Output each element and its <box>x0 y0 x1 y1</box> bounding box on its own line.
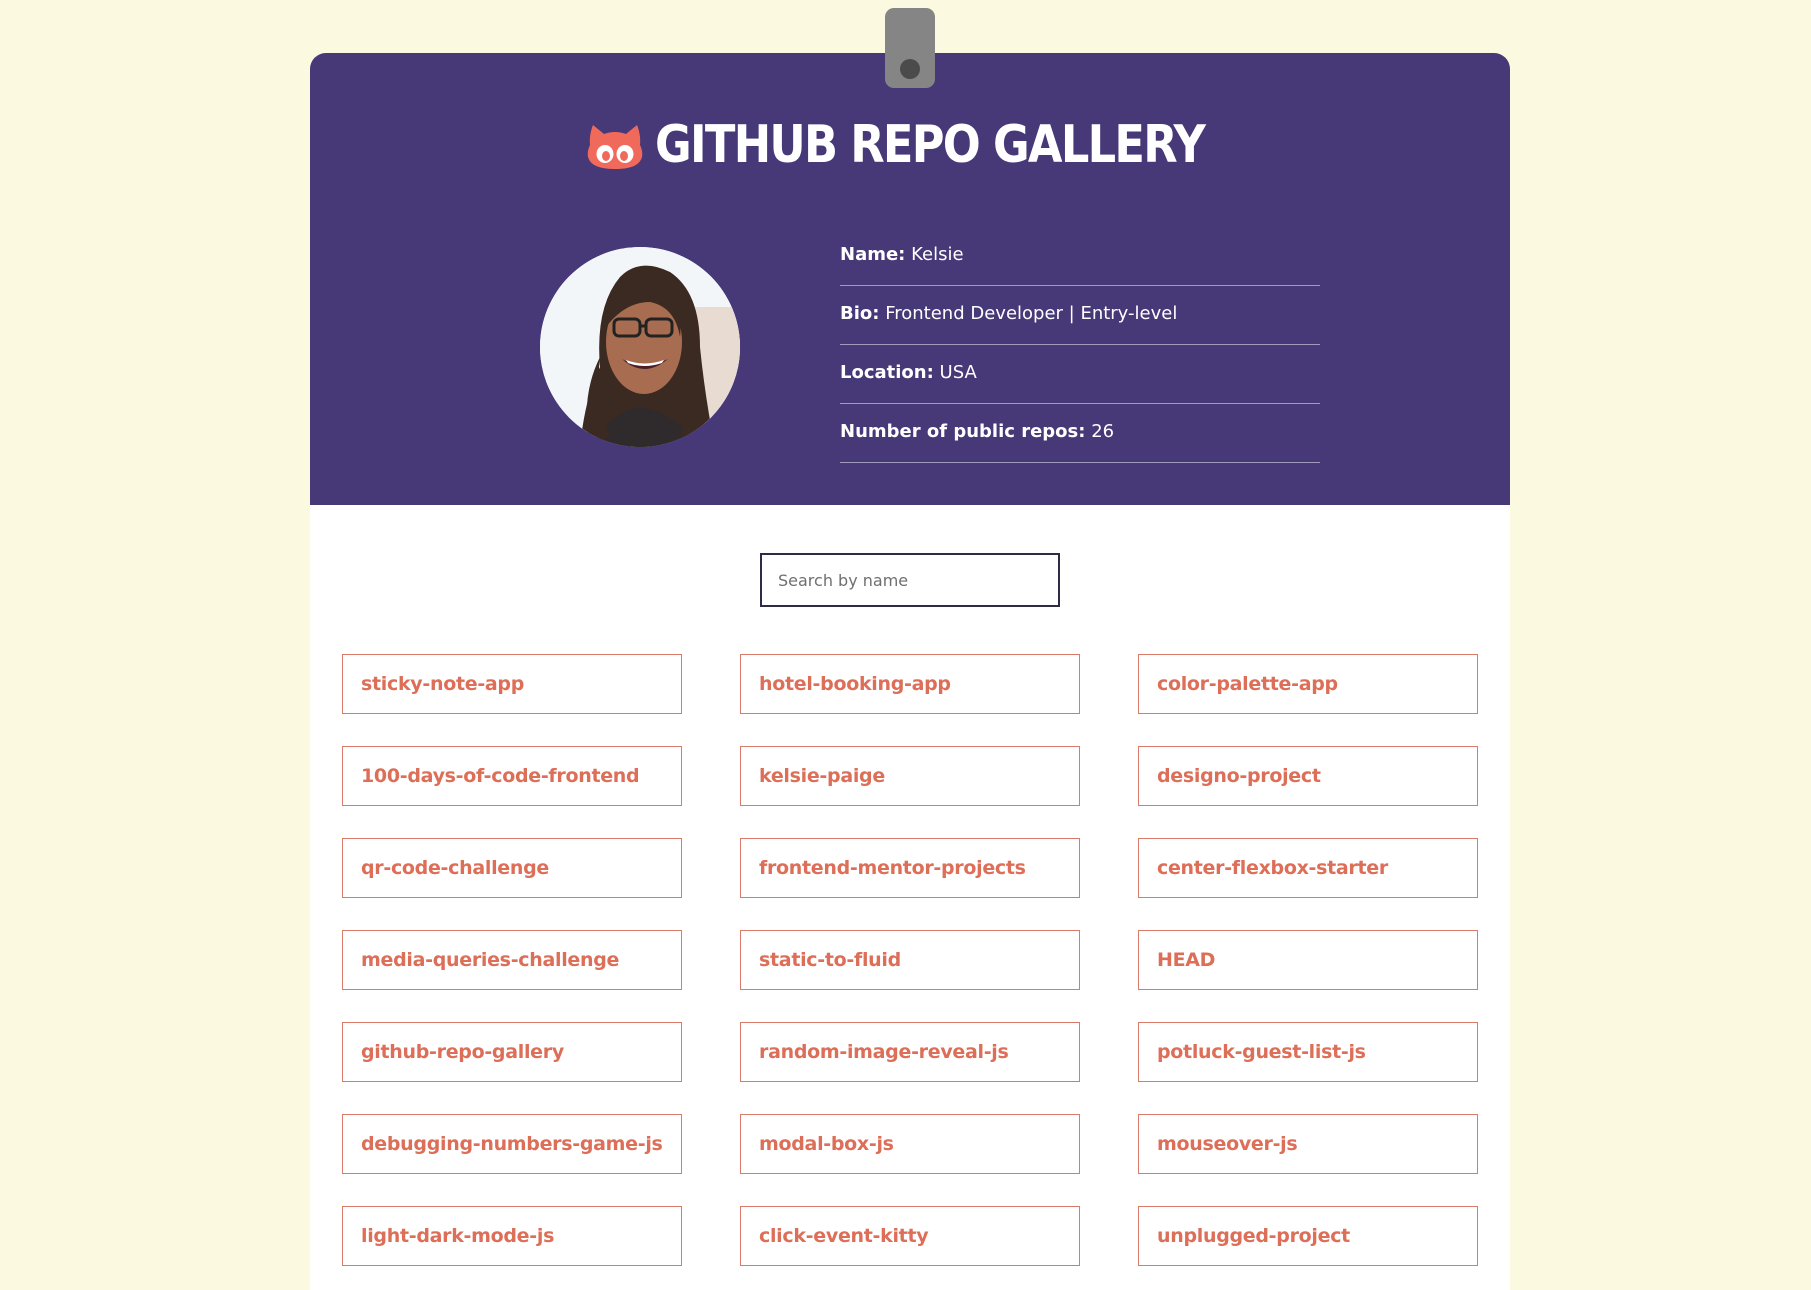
clip-hole <box>900 59 920 79</box>
user-info: Name: Kelsie Bio: Frontend Developer | E… <box>840 227 1320 463</box>
header: GITHUB REPO GALLERY Name: Kelsie Bio: Fr… <box>310 53 1510 505</box>
repos-count-value: 26 <box>1091 421 1115 442</box>
repo-list: sticky-note-app hotel-booking-app color-… <box>342 654 1480 1266</box>
repo-item[interactable]: modal-box-js <box>740 1114 1080 1174</box>
bio-value: Frontend Developer | Entry-level <box>885 303 1178 324</box>
repo-item[interactable]: random-image-reveal-js <box>740 1022 1080 1082</box>
location-value: USA <box>939 362 977 383</box>
repo-item[interactable]: light-dark-mode-js <box>342 1206 682 1266</box>
name-label: Name: <box>840 244 906 265</box>
user-location-row: Location: USA <box>840 345 1320 404</box>
repo-item[interactable]: kelsie-paige <box>740 746 1080 806</box>
github-octocat-icon <box>587 123 643 171</box>
clipboard-clip <box>885 8 935 88</box>
repo-item[interactable]: click-event-kitty <box>740 1206 1080 1266</box>
repo-item[interactable]: unplugged-project <box>1138 1206 1478 1266</box>
gallery-card: GITHUB REPO GALLERY Name: Kelsie Bio: Fr… <box>310 53 1510 1290</box>
repo-item[interactable]: 100-days-of-code-frontend <box>342 746 682 806</box>
repo-item[interactable]: github-repo-gallery <box>342 1022 682 1082</box>
repo-item[interactable]: potluck-guest-list-js <box>1138 1022 1478 1082</box>
avatar <box>540 247 740 447</box>
location-label: Location: <box>840 362 934 383</box>
user-repos-row: Number of public repos: 26 <box>840 404 1320 463</box>
repo-item[interactable]: HEAD <box>1138 930 1478 990</box>
repo-item[interactable]: static-to-fluid <box>740 930 1080 990</box>
repo-item[interactable]: center-flexbox-starter <box>1138 838 1478 898</box>
repos-count-label: Number of public repos: <box>840 421 1086 442</box>
repo-item[interactable]: hotel-booking-app <box>740 654 1080 714</box>
page-title: GITHUB REPO GALLERY <box>654 115 1206 175</box>
user-name-row: Name: Kelsie <box>840 227 1320 286</box>
user-bio-row: Bio: Frontend Developer | Entry-level <box>840 286 1320 345</box>
title-row: GITHUB REPO GALLERY <box>310 105 1510 185</box>
repo-item[interactable]: frontend-mentor-projects <box>740 838 1080 898</box>
repo-item[interactable]: debugging-numbers-game-js <box>342 1114 682 1174</box>
search-input[interactable] <box>760 553 1060 607</box>
repo-item[interactable]: color-palette-app <box>1138 654 1478 714</box>
bio-label: Bio: <box>840 303 880 324</box>
repo-item[interactable]: sticky-note-app <box>342 654 682 714</box>
repo-item[interactable]: mouseover-js <box>1138 1114 1478 1174</box>
repo-item[interactable]: media-queries-challenge <box>342 930 682 990</box>
name-value: Kelsie <box>911 244 964 265</box>
repo-item[interactable]: designo-project <box>1138 746 1478 806</box>
repo-item[interactable]: qr-code-challenge <box>342 838 682 898</box>
